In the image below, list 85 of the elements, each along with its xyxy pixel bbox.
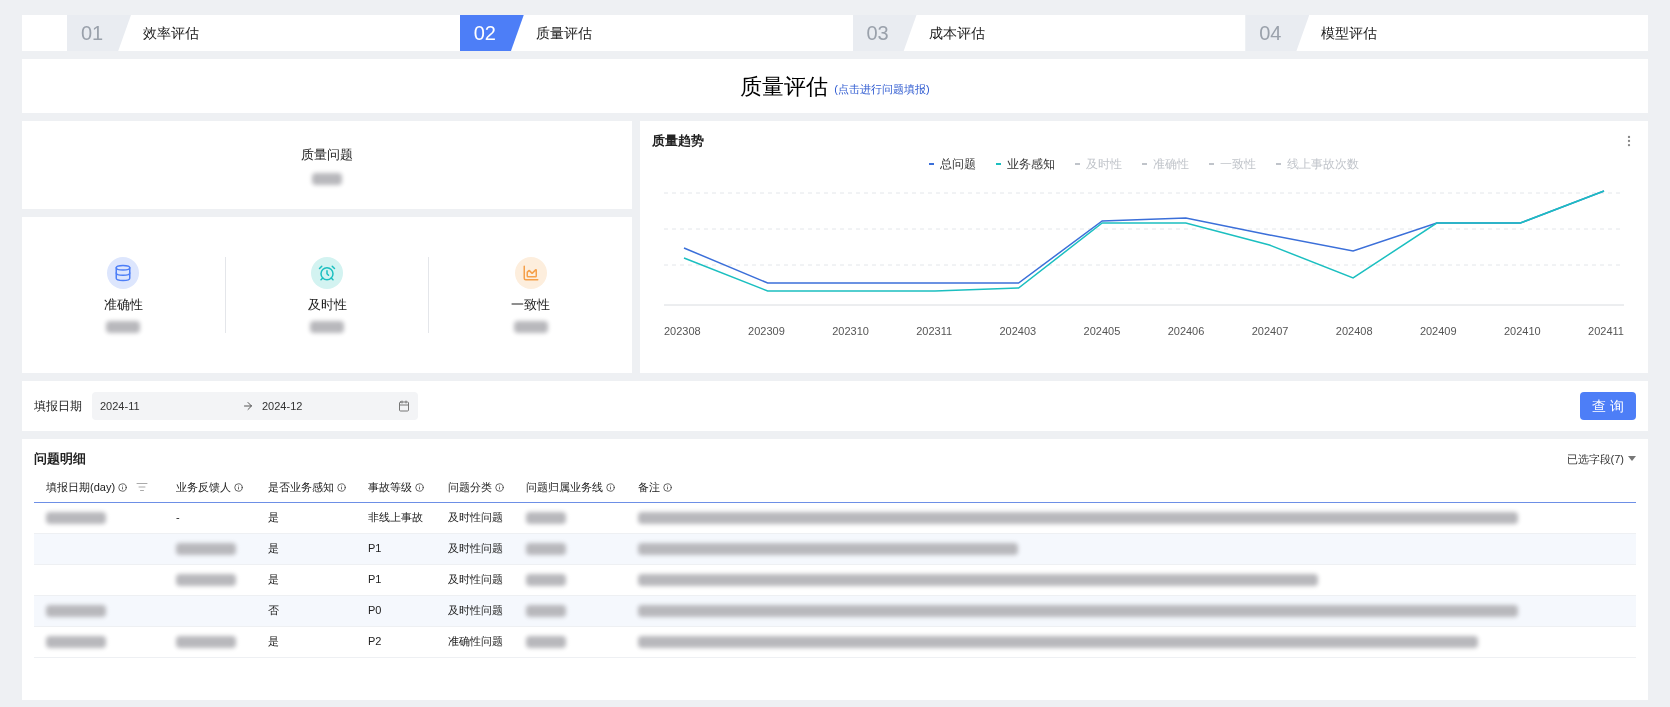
redacted-text xyxy=(106,320,141,333)
step-number: 01 xyxy=(67,15,131,51)
calendar-icon xyxy=(398,400,410,412)
redacted-text xyxy=(513,320,548,333)
table-cell-text: 及时性问题 xyxy=(448,510,503,526)
table-cell-text: 及时性问题 xyxy=(448,603,503,619)
axis-label: 202405 xyxy=(1083,323,1121,339)
redacted-text xyxy=(312,172,342,185)
table-cell-text: P2 xyxy=(368,634,382,650)
table-cell-text: 是 xyxy=(268,572,279,588)
redacted-text xyxy=(176,635,236,648)
date-range-field[interactable]: 2024-11 2024-12 xyxy=(92,392,418,420)
step-number: 02 xyxy=(459,15,524,51)
info-icon xyxy=(234,482,243,492)
step-label: 质量评估 xyxy=(535,23,592,43)
info-icon xyxy=(415,482,424,492)
step-number: 03 xyxy=(852,15,917,51)
table-cell-text: 准确性问题 xyxy=(448,634,503,650)
legend-item[interactable]: 总问题 xyxy=(929,154,976,173)
redacted-text xyxy=(526,542,566,555)
table-cell-text: 是 xyxy=(268,510,279,526)
table-cell-text: 及时性问题 xyxy=(448,572,503,588)
step-label: 效率评估 xyxy=(143,23,199,43)
table-cell-text: 非线上事故 xyxy=(368,510,423,526)
column-header[interactable]: 业务反馈人 xyxy=(176,478,231,496)
redacted-text xyxy=(310,320,344,333)
axis-label: 202309 xyxy=(748,323,785,339)
legend-item[interactable]: 业务感知 xyxy=(996,154,1055,173)
table-cell-text: P1 xyxy=(368,541,382,557)
filter-label: 填报日期 xyxy=(34,398,82,415)
redacted-text xyxy=(526,573,566,586)
query-button[interactable]: 查 询 xyxy=(1580,392,1636,420)
redacted-text xyxy=(46,604,106,617)
column-header[interactable]: 填报日期(day) xyxy=(46,478,116,496)
metric-label: 及时性 xyxy=(307,296,347,315)
redacted-text xyxy=(46,635,106,648)
axis-label: 202409 xyxy=(1419,323,1457,339)
alarm-clock-icon xyxy=(311,257,343,290)
axis-label: 202408 xyxy=(1335,323,1373,339)
step-number: 04 xyxy=(1245,15,1310,51)
axis-label: 202403 xyxy=(999,323,1037,339)
column-header[interactable]: 备注 xyxy=(638,478,660,496)
redacted-text xyxy=(526,635,566,648)
axis-label: 202407 xyxy=(1251,323,1289,339)
table-cell-text: 否 xyxy=(268,603,279,619)
step-label: 模型评估 xyxy=(1321,23,1378,43)
column-header[interactable]: 问题分类 xyxy=(448,478,492,496)
table-cell-text: 及时性问题 xyxy=(448,541,503,557)
summary-label: 质量问题 xyxy=(301,146,353,165)
column-header[interactable]: 事故等级 xyxy=(368,478,412,496)
info-icon xyxy=(495,482,504,492)
table-cell-text: - xyxy=(176,510,180,526)
metric-label: 一致性 xyxy=(511,296,551,315)
axis-label: 202308 xyxy=(664,323,701,339)
chart-title: 质量趋势 xyxy=(652,132,704,150)
redacted-text xyxy=(526,604,566,617)
info-icon xyxy=(118,482,128,492)
sort-icon[interactable] xyxy=(136,481,149,493)
table-cell-text: 是 xyxy=(268,541,279,557)
axis-label: 202311 xyxy=(916,323,953,339)
axis-label: 202410 xyxy=(1503,323,1541,339)
column-header[interactable]: 问题归属业务线 xyxy=(526,478,603,496)
table-cell-text: 是 xyxy=(268,634,279,650)
axis-label: 202310 xyxy=(832,323,869,339)
column-header[interactable]: 是否业务感知 xyxy=(268,478,334,496)
info-icon xyxy=(606,482,615,492)
table-cell-text: P1 xyxy=(368,572,382,588)
redacted-text xyxy=(176,573,236,586)
report-link[interactable]: (点击进行问题填报) xyxy=(834,80,930,98)
redacted-text xyxy=(526,511,566,524)
redacted-text xyxy=(46,511,106,524)
axis-label: 202411 xyxy=(1588,323,1624,339)
metric-label: 准确性 xyxy=(103,296,143,315)
chart-icon xyxy=(514,257,547,290)
table-title: 问题明细 xyxy=(34,450,86,468)
page-title: 质量评估 xyxy=(740,72,829,101)
step-label: 成本评估 xyxy=(928,23,985,43)
field-selector[interactable]: 已选字段(7) xyxy=(1566,450,1636,467)
table-cell-text: P0 xyxy=(368,603,382,619)
database-icon xyxy=(107,257,140,290)
info-icon xyxy=(663,482,672,492)
arrow-right-icon xyxy=(242,400,254,412)
info-icon xyxy=(337,482,346,492)
redacted-text xyxy=(176,542,236,555)
axis-label: 202406 xyxy=(1167,323,1205,339)
